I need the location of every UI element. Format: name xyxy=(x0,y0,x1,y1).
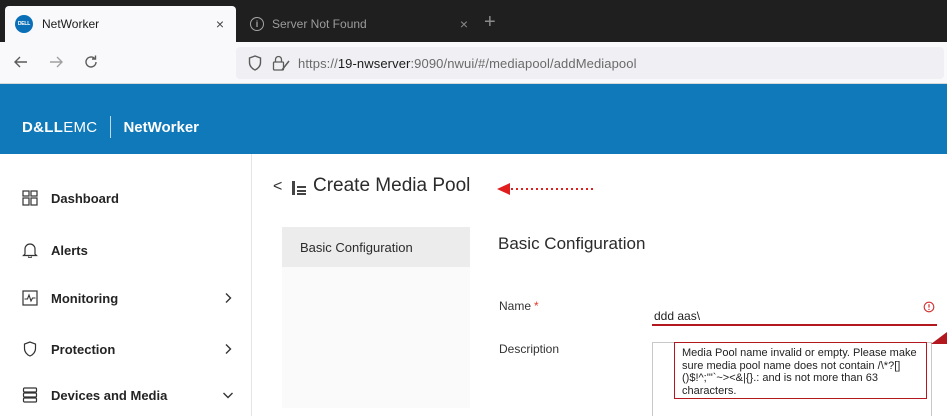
tab-title: Server Not Found xyxy=(272,17,367,31)
info-icon: i xyxy=(250,17,264,31)
dell-emc-logo: D&LLEMC xyxy=(22,118,98,136)
name-input[interactable]: ddd aas\ xyxy=(652,296,937,326)
main-content: < Create Media Pool Basic Configuration … xyxy=(253,154,947,416)
browser-toolbar: https://19-nwserver:9090/nwui/#/mediapoo… xyxy=(0,42,947,84)
close-tab-icon[interactable]: × xyxy=(456,16,472,32)
close-tab-icon[interactable]: × xyxy=(212,16,228,32)
name-label: Name * xyxy=(499,299,539,313)
description-label: Description xyxy=(499,342,560,356)
bell-icon xyxy=(21,241,39,259)
shield-icon xyxy=(21,340,39,358)
annotation-arrow-icon xyxy=(497,183,596,195)
arrow-left-icon xyxy=(14,56,27,68)
sidebar-item-devices-and-media[interactable]: Devices and Media xyxy=(0,370,252,416)
back-button[interactable] xyxy=(10,51,32,73)
chevron-down-icon[interactable] xyxy=(218,390,238,400)
tooltip-pointer-icon xyxy=(931,332,947,344)
arrow-right-icon xyxy=(50,56,63,68)
app-header: D&LLEMC NetWorker xyxy=(0,84,947,154)
sidebar-item-alerts[interactable]: Alerts xyxy=(0,225,252,275)
monitoring-icon xyxy=(21,289,39,307)
new-tab-button[interactable]: + xyxy=(484,12,496,32)
media-pool-icon xyxy=(291,180,307,201)
sidebar-item-monitoring[interactable]: Monitoring xyxy=(0,273,252,323)
name-input-value: ddd aas\ xyxy=(654,309,701,323)
insecure-lock-icon[interactable] xyxy=(272,55,290,71)
tracking-shield-icon[interactable] xyxy=(248,55,262,71)
page-title: Create Media Pool xyxy=(313,175,471,196)
chevron-right-icon[interactable] xyxy=(218,292,238,304)
name-error-tooltip: Media Pool name invalid or empty. Please… xyxy=(674,342,927,399)
reload-icon xyxy=(85,55,97,68)
required-marker: * xyxy=(534,299,539,313)
sidebar-item-dashboard[interactable]: Dashboard xyxy=(0,173,252,223)
subnav-item-basic-configuration[interactable]: Basic Configuration xyxy=(282,227,470,267)
tab-title: NetWorker xyxy=(42,17,100,31)
product-name: NetWorker xyxy=(123,118,200,136)
brand: D&LLEMC NetWorker xyxy=(22,116,199,138)
section-title: Basic Configuration xyxy=(498,234,646,253)
address-bar[interactable]: https://19-nwserver:9090/nwui/#/mediapoo… xyxy=(236,47,944,79)
back-nav-button[interactable]: < xyxy=(273,178,282,196)
config-subnav: Basic Configuration xyxy=(282,227,470,408)
error-icon xyxy=(923,301,935,313)
reload-button[interactable] xyxy=(80,51,102,73)
storage-icon xyxy=(21,386,39,404)
sidebar: Dashboard Alerts Monitoring Protection D… xyxy=(0,154,252,416)
tab-server-not-found[interactable]: i Server Not Found × xyxy=(240,6,480,42)
url-text[interactable]: https://19-nwserver:9090/nwui/#/mediapoo… xyxy=(298,56,637,71)
brand-divider xyxy=(110,116,112,138)
sidebar-item-protection[interactable]: Protection xyxy=(0,324,252,374)
forward-button[interactable] xyxy=(45,51,67,73)
dell-favicon-icon: DELL xyxy=(15,15,33,33)
dashboard-icon xyxy=(21,189,39,207)
chevron-right-icon[interactable] xyxy=(218,343,238,355)
tab-networker[interactable]: DELL NetWorker × xyxy=(5,6,236,42)
browser-tab-strip: DELL NetWorker × i Server Not Found × + xyxy=(0,0,947,42)
